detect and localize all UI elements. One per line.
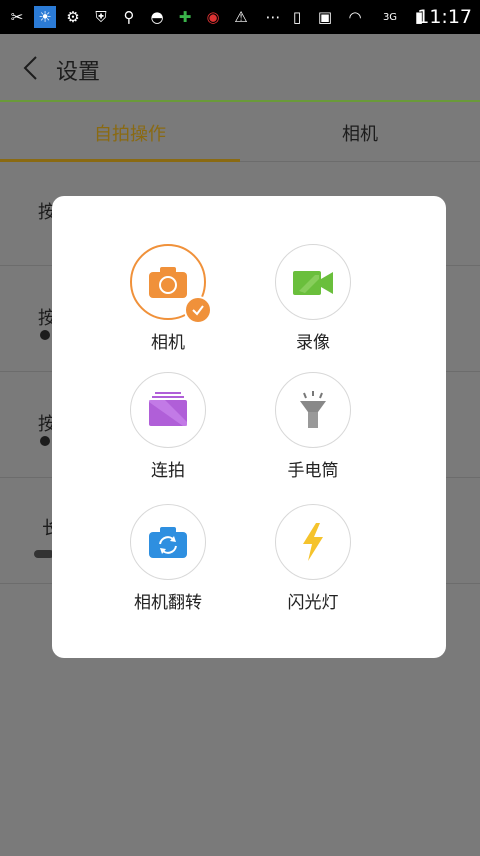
tab-bar: 自拍操作 相机	[0, 104, 480, 162]
flash-icon	[275, 504, 351, 580]
option-label: 相机翻转	[134, 593, 202, 613]
option-label: 手电筒	[287, 461, 339, 481]
usb-icon: ⚲	[123, 8, 135, 26]
app-icon: ◉	[206, 8, 220, 26]
wifi-icon: ◠	[348, 8, 362, 26]
network-type: 3G	[382, 11, 398, 23]
radio-dot	[40, 330, 50, 340]
app-header: 设置	[0, 34, 480, 102]
option-flash[interactable]: 闪光灯	[253, 504, 373, 613]
page-title: 设置	[56, 60, 101, 85]
function-picker-dialog: 相机 录像 连拍 手电筒 相机翻转 闪光灯	[52, 196, 446, 658]
shield-c-icon: ⛨	[95, 8, 107, 26]
option-label: 连拍	[151, 461, 185, 481]
video-icon	[275, 244, 351, 320]
check-icon	[184, 296, 212, 324]
status-bar: ✂ ☀ ⚙ ⛨ ⚲ ◓ ✚ ◉ ⚠ ⋯ ▯ ▣ ◠ 3G ▮ 11:17	[0, 0, 480, 34]
burst-icon	[130, 372, 206, 448]
android-icon: ⚙	[66, 8, 80, 26]
option-label: 录像	[296, 333, 330, 353]
weather-sun-icon: ☀	[34, 6, 56, 28]
radio-dot	[40, 436, 50, 446]
camera-icon	[130, 244, 212, 324]
back-icon[interactable]	[20, 54, 42, 82]
tab-selfie-operation[interactable]: 自拍操作	[94, 120, 166, 146]
image-icon: ▣	[317, 8, 333, 26]
option-camera[interactable]: 相机	[108, 244, 228, 353]
option-label: 相机	[151, 333, 185, 353]
android-head-icon: ◓	[150, 8, 164, 26]
camera-flip-icon	[130, 504, 206, 580]
clock: 11:17	[417, 6, 472, 28]
warning-icon: ⚠	[234, 8, 248, 26]
option-label: 闪光灯	[287, 593, 339, 613]
option-video[interactable]: 录像	[253, 244, 373, 353]
slider-track	[34, 550, 54, 558]
scissors-icon: ✂	[10, 8, 24, 26]
option-camera-flip[interactable]: 相机翻转	[108, 504, 228, 613]
option-flashlight[interactable]: 手电筒	[253, 372, 373, 481]
tab-camera[interactable]: 相机	[342, 120, 378, 146]
game-icon: ✚	[178, 8, 192, 26]
more-icon: ⋯	[265, 8, 281, 26]
vibrate-icon: ▯	[292, 8, 302, 26]
flashlight-icon	[275, 372, 351, 448]
option-burst[interactable]: 连拍	[108, 372, 228, 481]
